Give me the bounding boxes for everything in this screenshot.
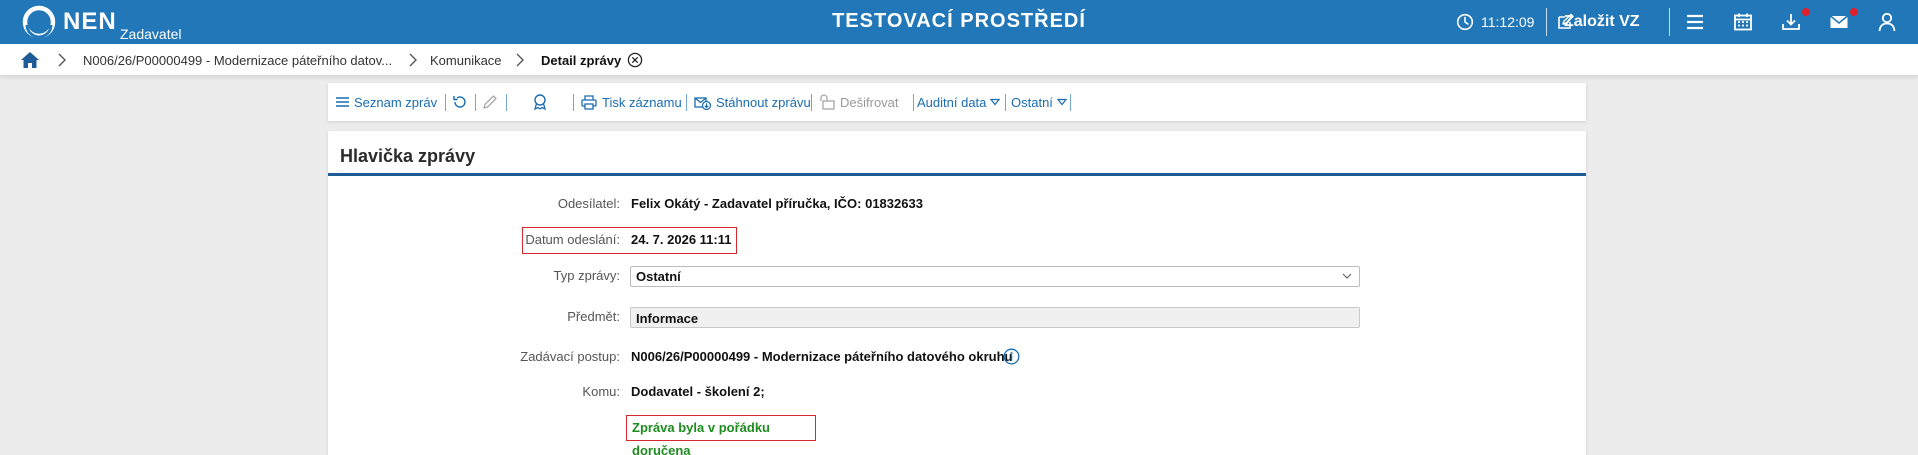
toolbar-divider (1005, 94, 1006, 111)
user-icon[interactable] (1876, 11, 1898, 33)
toolbar-divider (686, 94, 687, 111)
subject-value: Informace (636, 311, 699, 326)
download-icon[interactable] (1780, 11, 1802, 33)
refresh-icon (453, 96, 466, 108)
award-button[interactable] (532, 83, 553, 121)
message-header-panel: Hlavička zprávy (328, 131, 1586, 455)
pencil-icon (483, 95, 497, 109)
session-time: 11:12:09 (1481, 14, 1535, 30)
breadcrumb-communication[interactable]: Komunikace (430, 53, 502, 68)
procedure-label: Zadávací postup: (520, 349, 620, 364)
chevron-right-icon (58, 53, 66, 67)
download-notification-dot (1802, 8, 1810, 16)
printer-icon (581, 94, 597, 110)
calendar-icon[interactable] (1732, 11, 1754, 33)
clock-icon (1456, 13, 1474, 31)
nen-logo-icon[interactable] (22, 5, 56, 39)
download-message-button[interactable]: Stáhnout zprávu (694, 83, 811, 121)
print-record-button[interactable]: Tisk záznamu (581, 83, 682, 121)
toolbar-divider (913, 94, 914, 111)
print-record-label: Tisk záznamu (602, 94, 682, 110)
logo-text: NEN (63, 8, 117, 35)
breadcrumb: N006/26/P00000499 - Modernizace páteřníh… (0, 44, 1918, 76)
close-tab-icon[interactable] (627, 52, 643, 68)
edit-button[interactable] (482, 83, 503, 121)
chevron-right-icon (409, 53, 417, 67)
sent-date-label: Datum odeslání: (525, 232, 620, 247)
delivery-status: Zpráva byla v pořádku doručena (626, 415, 816, 455)
download-message-label: Stáhnout zprávu (716, 94, 811, 110)
info-icon[interactable] (1003, 348, 1020, 365)
breadcrumb-message-detail: Detail zprávy (541, 53, 622, 68)
mail-notification-dot (1850, 8, 1858, 16)
message-type-value: Ostatní (636, 269, 681, 284)
menu-icon[interactable] (1684, 11, 1706, 33)
audit-data-dropdown[interactable]: Auditní data (917, 83, 1001, 121)
sent-date-value: 24. 7. 2026 11:11 (631, 232, 732, 247)
message-type-select[interactable]: Ostatní (630, 266, 1360, 287)
decrypt-label: Dešifrovat (840, 94, 899, 110)
other-dropdown[interactable]: Ostatní (1011, 83, 1067, 121)
subject-field[interactable]: Informace (630, 307, 1360, 328)
create-vz-button[interactable]: Založit VZ (1556, 8, 1640, 36)
message-list-button[interactable]: Seznam zpráv (336, 83, 437, 121)
message-type-label: Typ zprávy: (553, 268, 620, 283)
chevron-right-icon (516, 53, 524, 67)
other-label: Ostatní (1011, 94, 1053, 110)
top-divider (1546, 8, 1547, 36)
audit-data-label: Auditní data (917, 94, 987, 110)
toolbar-divider (573, 94, 574, 111)
toolbar-divider (1070, 94, 1071, 111)
triangle-down-icon (990, 98, 1001, 106)
chevron-down-icon (1342, 273, 1352, 279)
toolbar-divider (811, 94, 812, 111)
message-toolbar: Seznam zpráv Tisk záznamu Stáhnout zpráv… (328, 83, 1586, 121)
list-icon (336, 97, 349, 107)
unlock-icon (820, 94, 835, 110)
toolbar-divider (506, 94, 507, 111)
subject-label: Předmět: (567, 309, 620, 324)
breadcrumb-procedure[interactable]: N006/26/P00000499 - Modernizace páteřníh… (83, 53, 392, 68)
toolbar-divider (445, 94, 446, 111)
refresh-button[interactable] (452, 83, 473, 121)
create-vz-label: Založit VZ (1564, 13, 1640, 30)
mail-icon[interactable] (1828, 11, 1850, 33)
recipient-label: Komu: (582, 384, 620, 399)
logo-subtitle: Zadavatel (120, 26, 182, 42)
sender-label: Odesílatel: (557, 196, 620, 211)
download-message-icon (694, 97, 711, 110)
home-icon[interactable] (20, 50, 40, 70)
procedure-value[interactable]: N006/26/P00000499 - Modernizace páteřníh… (631, 349, 1012, 364)
message-list-label: Seznam zpráv (354, 94, 438, 110)
sender-value: Felix Okátý - Zadavatel příručka, IČO: 0… (631, 196, 923, 211)
decrypt-button[interactable]: Dešifrovat (820, 83, 899, 121)
panel-title: Hlavička zprávy (340, 146, 476, 166)
recipient-value: Dodavatel - školení 2; (631, 384, 765, 399)
top-divider (1669, 8, 1670, 36)
toolbar-divider (475, 94, 476, 111)
award-icon (533, 94, 547, 111)
triangle-down-icon (1056, 98, 1067, 106)
top-bar: NEN Zadavatel TESTOVACÍ PROSTŘEDÍ 11:12:… (0, 0, 1918, 44)
panel-title-underline (328, 173, 1586, 176)
